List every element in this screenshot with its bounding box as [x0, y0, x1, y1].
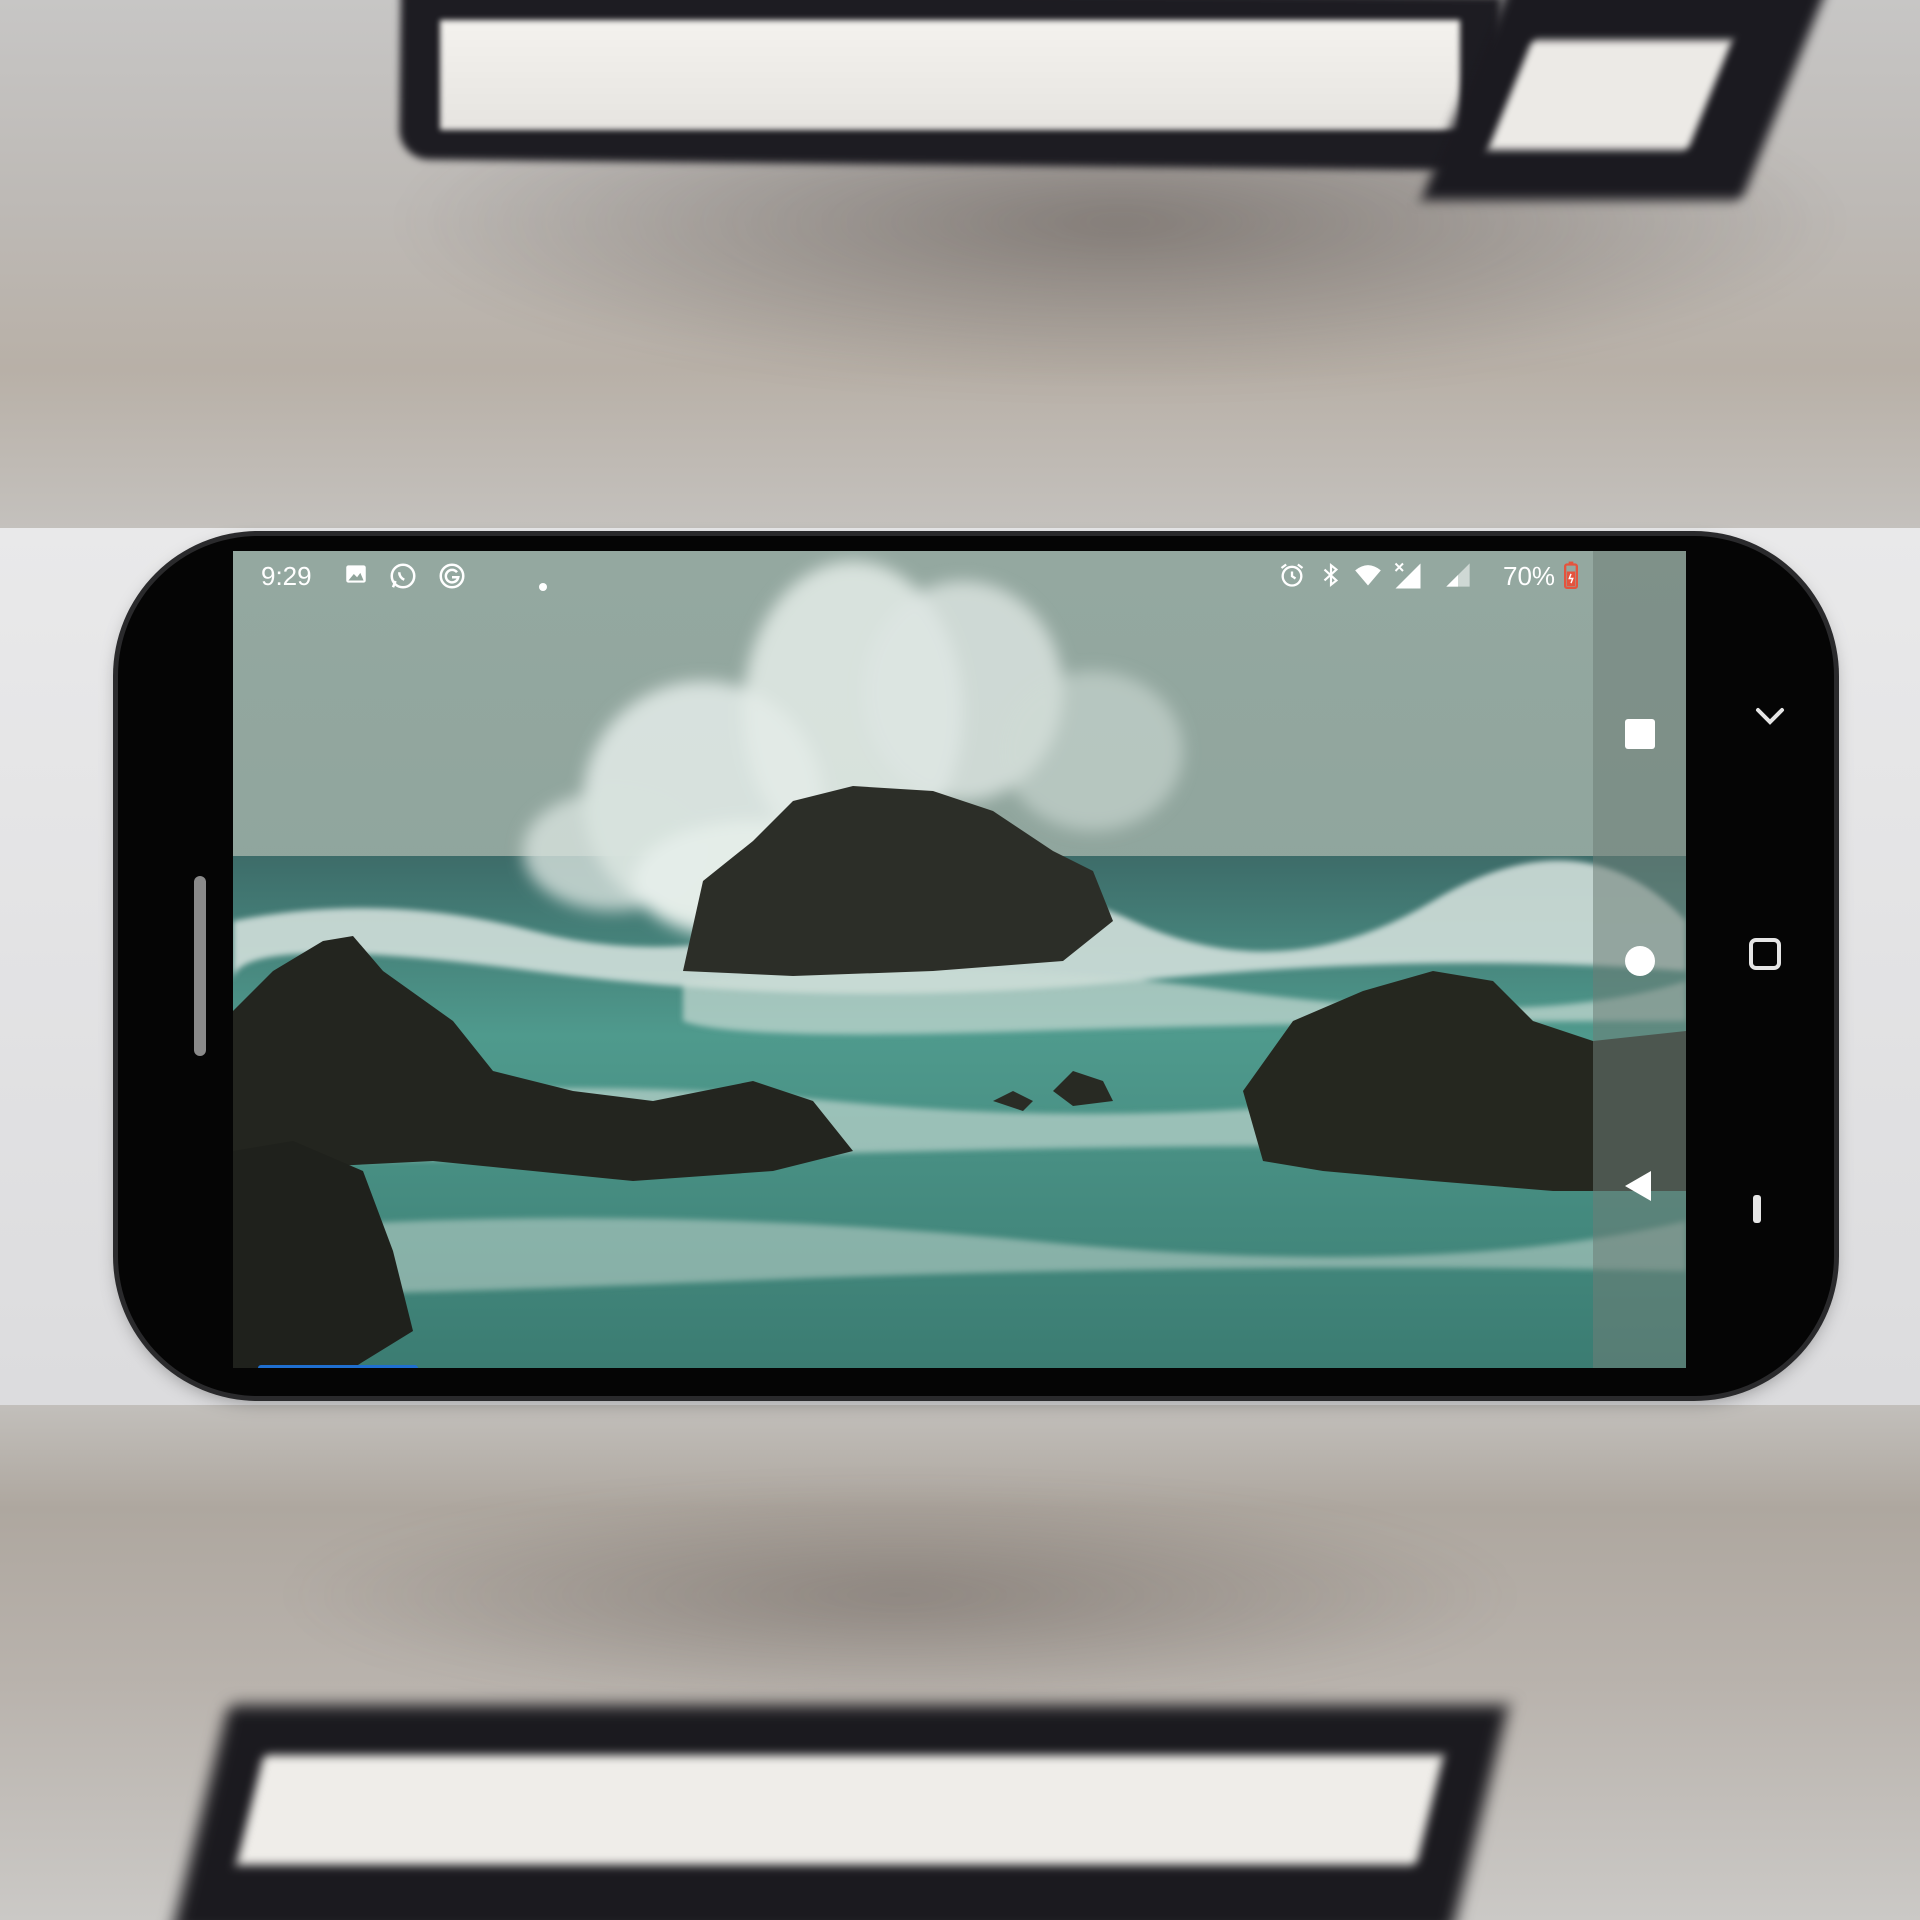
screenshot-icon[interactable] — [1745, 934, 1785, 974]
blurred-background-bottom — [0, 1405, 1920, 1920]
video-progress-bar[interactable] — [258, 1365, 418, 1368]
phone-frame: 9:29 70% — [118, 536, 1834, 1396]
book-pages — [440, 20, 1460, 130]
bluetooth-icon — [1318, 561, 1348, 591]
whatsapp-icon — [388, 561, 418, 591]
book-shadow — [280, 1485, 1520, 1705]
bezel-minimize-icon[interactable] — [1737, 1189, 1777, 1229]
book-pages — [236, 1755, 1444, 1865]
phone-screen[interactable]: 9:29 70% — [233, 551, 1686, 1368]
home-icon — [1625, 946, 1655, 976]
speaker-grille — [194, 876, 206, 1056]
chevron-down-icon[interactable] — [1750, 696, 1790, 736]
back-icon — [1625, 1171, 1651, 1201]
notification-dot-icon — [538, 569, 568, 599]
recents-icon — [1625, 719, 1655, 749]
status-bar: 9:29 70% — [233, 551, 1593, 601]
gallery-icon — [343, 561, 373, 591]
signal-icon — [1391, 561, 1421, 591]
google-icon — [437, 561, 467, 591]
signal-2-icon — [1443, 561, 1473, 591]
video-frame[interactable] — [233, 551, 1686, 1368]
back-button[interactable] — [1615, 1161, 1665, 1211]
alarm-icon — [1278, 561, 1308, 591]
battery-percent: 70% — [1503, 561, 1556, 591]
blurred-background-top — [0, 0, 1920, 528]
wifi-icon — [1353, 561, 1383, 591]
status-time: 9:29 — [261, 561, 312, 591]
home-button[interactable] — [1615, 936, 1665, 986]
battery-icon — [1563, 561, 1593, 591]
navigation-bar — [1593, 551, 1686, 1368]
recents-button[interactable] — [1615, 709, 1665, 759]
